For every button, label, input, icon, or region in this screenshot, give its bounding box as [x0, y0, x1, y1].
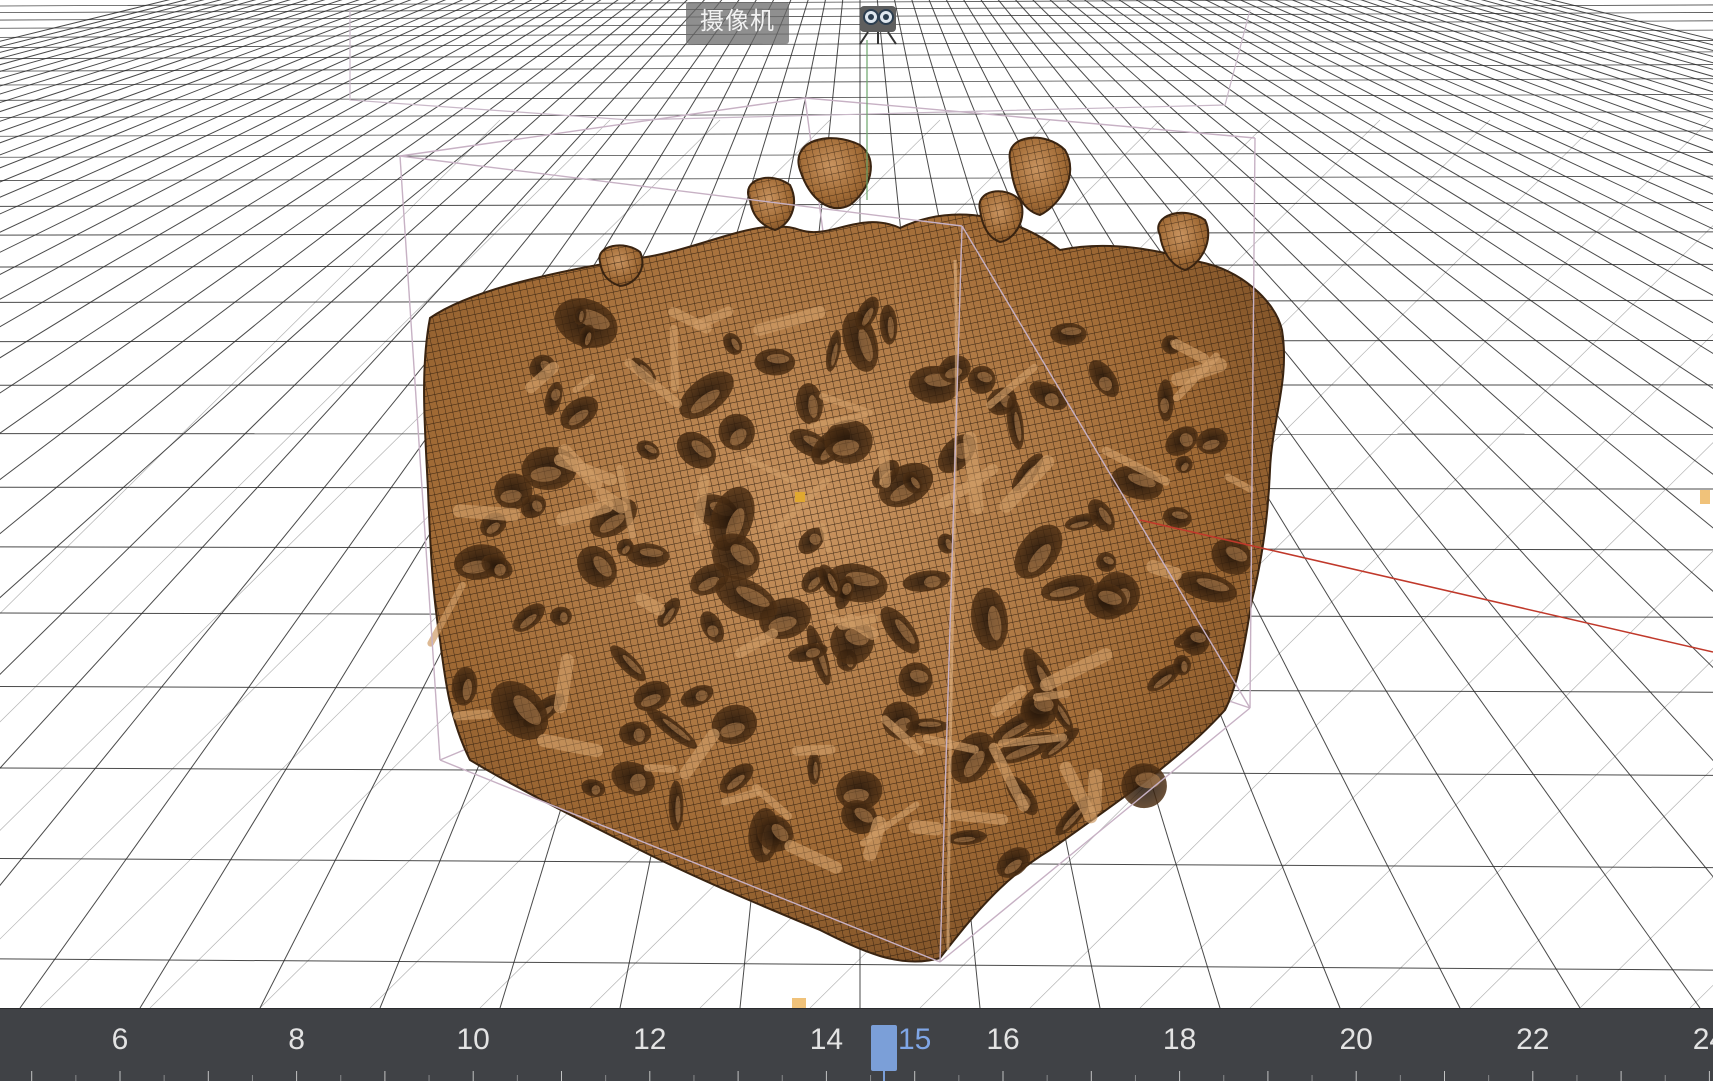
timeline-tick-label: 8: [288, 1023, 305, 1057]
timeline-tick-label: 16: [986, 1023, 1019, 1057]
timeline-tick-label: 14: [810, 1023, 843, 1057]
timeline-tick-label: 20: [1340, 1023, 1373, 1057]
timeline-ruler[interactable]: 6 8 10 12 14 16 18 20 22 24 15: [0, 1008, 1713, 1081]
timeline-tick-label: 10: [457, 1023, 490, 1057]
camera-icon[interactable]: [852, 2, 904, 46]
timeline-tick-label: 18: [1163, 1023, 1196, 1057]
timeline-tick-label: 24: [1693, 1023, 1713, 1057]
current-frame-label: 15: [898, 1023, 931, 1057]
timeline-tick-label: 6: [112, 1023, 129, 1057]
playhead-handle[interactable]: [871, 1025, 897, 1071]
3d-viewport[interactable]: 摄像机: [0, 0, 1713, 1008]
timeline-tick-label: 22: [1516, 1023, 1549, 1057]
timeline-tick-label: 12: [633, 1023, 666, 1057]
camera-label[interactable]: 摄像机: [686, 2, 789, 44]
